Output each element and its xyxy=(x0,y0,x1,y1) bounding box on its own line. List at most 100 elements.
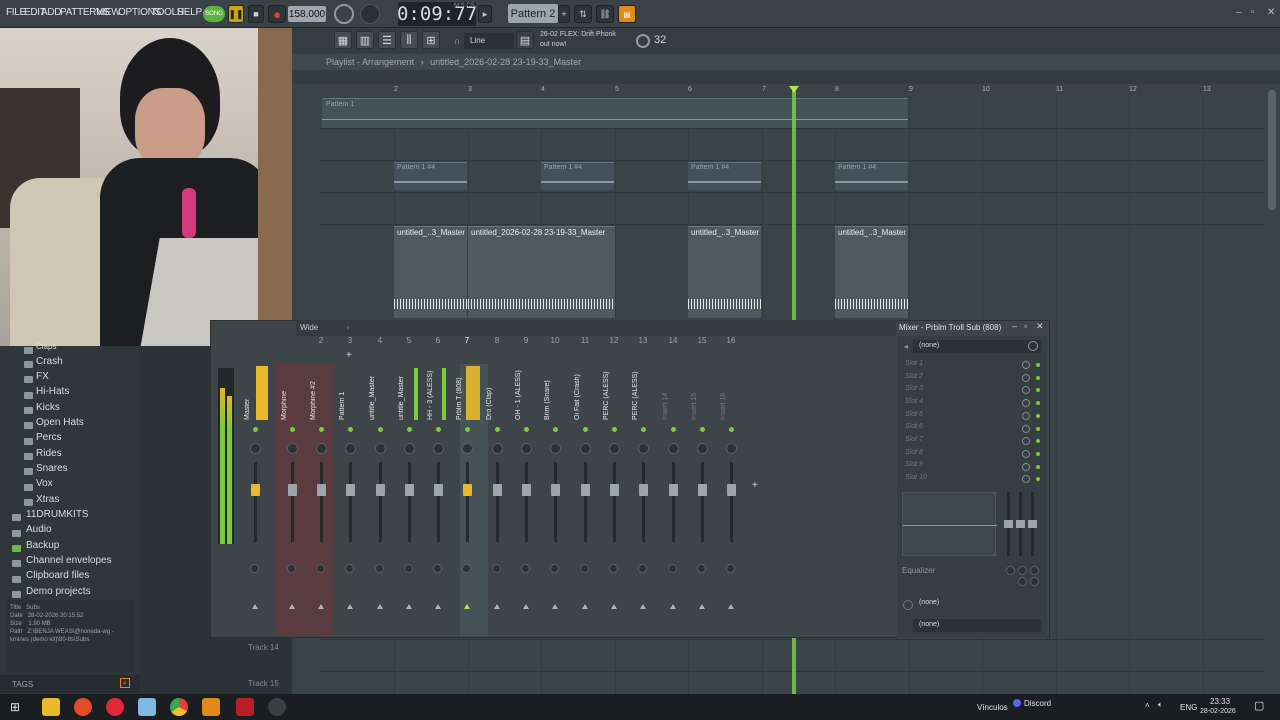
add-track-icon[interactable]: + xyxy=(346,350,352,361)
mute-led[interactable] xyxy=(612,427,617,432)
output-select-2[interactable]: (none) xyxy=(913,619,1041,632)
pan-knob[interactable] xyxy=(462,443,473,454)
playlist-scrollbar[interactable] xyxy=(1268,90,1276,210)
route-arrow-icon[interactable] xyxy=(582,604,588,609)
volume-fader[interactable] xyxy=(463,484,472,496)
mute-led[interactable] xyxy=(524,427,529,432)
stereo-knob[interactable] xyxy=(375,564,384,573)
route-arrow-icon[interactable] xyxy=(670,604,676,609)
pan-knob[interactable] xyxy=(250,443,261,454)
file-explorer-icon[interactable] xyxy=(42,698,60,716)
volume-fader[interactable] xyxy=(317,484,326,496)
mute-led[interactable] xyxy=(729,427,734,432)
fx-slot[interactable]: Slot 4 xyxy=(905,398,923,405)
stereo-knob[interactable] xyxy=(433,564,442,573)
volume-fader[interactable] xyxy=(522,484,531,496)
pattern-clip[interactable]: Pattern 1 #4 xyxy=(394,162,467,190)
eq-faders[interactable] xyxy=(1002,492,1042,556)
slot-enable-led[interactable] xyxy=(1036,363,1040,367)
language-indicator[interactable]: ENG xyxy=(1180,703,1197,712)
pan-knob[interactable] xyxy=(521,443,532,454)
pattern-selector[interactable]: Pattern 2 xyxy=(508,4,558,23)
volume-fader[interactable] xyxy=(727,484,736,496)
browser-item[interactable]: Hi-Hats xyxy=(36,386,69,397)
slot-mix-knob[interactable] xyxy=(1022,449,1030,458)
windows-start-icon[interactable]: ⊞ xyxy=(10,700,20,714)
maximize-icon[interactable]: ▫ xyxy=(1024,321,1027,331)
audio-clip[interactable]: untitled_..3_Master xyxy=(394,226,467,318)
pan-knob[interactable] xyxy=(638,443,649,454)
pattern-clip[interactable]: Pattern 1 #4 xyxy=(541,162,614,190)
volume-fader[interactable] xyxy=(376,484,385,496)
browser-item[interactable]: Percs xyxy=(36,432,62,443)
snap-select[interactable]: Line xyxy=(464,33,514,49)
mute-led[interactable] xyxy=(671,427,676,432)
magnet-icon[interactable]: ∩ xyxy=(454,36,460,46)
pan-knob[interactable] xyxy=(550,443,561,454)
browser-item[interactable]: Crash xyxy=(36,356,63,367)
volume-fader[interactable] xyxy=(434,484,443,496)
mute-led[interactable] xyxy=(253,427,258,432)
track-label[interactable]: Track 14 xyxy=(248,643,279,652)
browser-item[interactable]: Xtras xyxy=(36,494,59,505)
stop-button[interactable]: ■ xyxy=(248,5,264,23)
fx-slot[interactable]: Slot 9 xyxy=(905,461,923,468)
pause-button[interactable]: ❚❚ xyxy=(228,5,244,23)
browser-item[interactable]: Claps xyxy=(36,342,56,351)
audio-clip[interactable]: untitled_..3_Master xyxy=(835,226,908,318)
pan-knob[interactable] xyxy=(726,443,737,454)
slot-enable-led[interactable] xyxy=(1036,426,1040,431)
eq-knobs[interactable] xyxy=(1004,566,1044,588)
fx-slot[interactable]: Slot 1 xyxy=(905,360,923,367)
browser-item[interactable]: Backup xyxy=(26,540,59,551)
stereo-knob[interactable] xyxy=(287,564,296,573)
discord-label[interactable]: Discord xyxy=(1024,699,1051,708)
track-label[interactable]: Track 15 xyxy=(248,679,279,688)
browser-icon[interactable]: ⊞ xyxy=(422,31,440,49)
slot-enable-led[interactable] xyxy=(1036,413,1040,418)
fl-logo-icon[interactable]: ▤ xyxy=(618,5,636,23)
minimize-icon[interactable]: – xyxy=(1012,321,1017,331)
clock-date[interactable]: 28-02-2026 xyxy=(1200,708,1236,715)
fx-slot[interactable]: Slot 10 xyxy=(905,474,927,481)
route-arrow-icon[interactable] xyxy=(289,604,295,609)
stereo-knob[interactable] xyxy=(404,564,413,573)
audio-clip[interactable]: untitled_2026-02-28 23-19-33_Master xyxy=(468,226,615,318)
tags-label[interactable]: TAGS xyxy=(12,680,33,689)
route-arrow-icon[interactable] xyxy=(728,604,734,609)
pattern-clip[interactable]: Pattern 1 #4 xyxy=(835,162,908,190)
clock-time[interactable]: 23:33 xyxy=(1210,697,1230,706)
slot-enable-led[interactable] xyxy=(1036,375,1040,380)
browser-item[interactable]: Open Hats xyxy=(36,417,84,428)
browser-item[interactable]: Rides xyxy=(36,448,62,459)
route-arrow-icon[interactable] xyxy=(552,604,558,609)
close-icon[interactable]: ✕ xyxy=(1036,321,1044,332)
pitch-icon[interactable]: ⇅ xyxy=(574,5,592,23)
gear-icon[interactable] xyxy=(1028,341,1038,351)
fx-slot[interactable]: Slot 3 xyxy=(905,385,923,392)
clipboard-icon[interactable]: ▤ xyxy=(516,31,534,49)
menu-add[interactable]: ADD xyxy=(41,7,62,18)
mute-led[interactable] xyxy=(553,427,558,432)
route-arrow-icon[interactable] xyxy=(252,604,258,609)
mute-led[interactable] xyxy=(290,427,295,432)
volume-fader[interactable] xyxy=(288,484,297,496)
slot-mix-knob[interactable] xyxy=(1022,424,1030,433)
pan-knob[interactable] xyxy=(492,443,503,454)
mute-led[interactable] xyxy=(348,427,353,432)
route-arrow-icon[interactable] xyxy=(318,604,324,609)
brave-icon[interactable] xyxy=(74,698,92,716)
add-pattern-button[interactable]: + xyxy=(558,5,570,23)
pattern-prev-button[interactable]: ▸ xyxy=(478,5,492,23)
playhead-marker-icon[interactable] xyxy=(789,86,799,93)
mute-led[interactable] xyxy=(436,427,441,432)
mixer-view-select[interactable]: Wide xyxy=(300,323,318,332)
pattern-clip[interactable]: Pattern 1 #4 xyxy=(688,162,761,190)
stereo-knob[interactable] xyxy=(521,564,530,573)
eq-graph[interactable] xyxy=(902,492,997,556)
volume-fader[interactable] xyxy=(639,484,648,496)
pan-knob[interactable] xyxy=(609,443,620,454)
fx-slot[interactable]: Slot 5 xyxy=(905,411,923,418)
channel-rack-icon[interactable]: ☰ xyxy=(378,31,396,49)
route-arrow-icon[interactable] xyxy=(523,604,529,609)
